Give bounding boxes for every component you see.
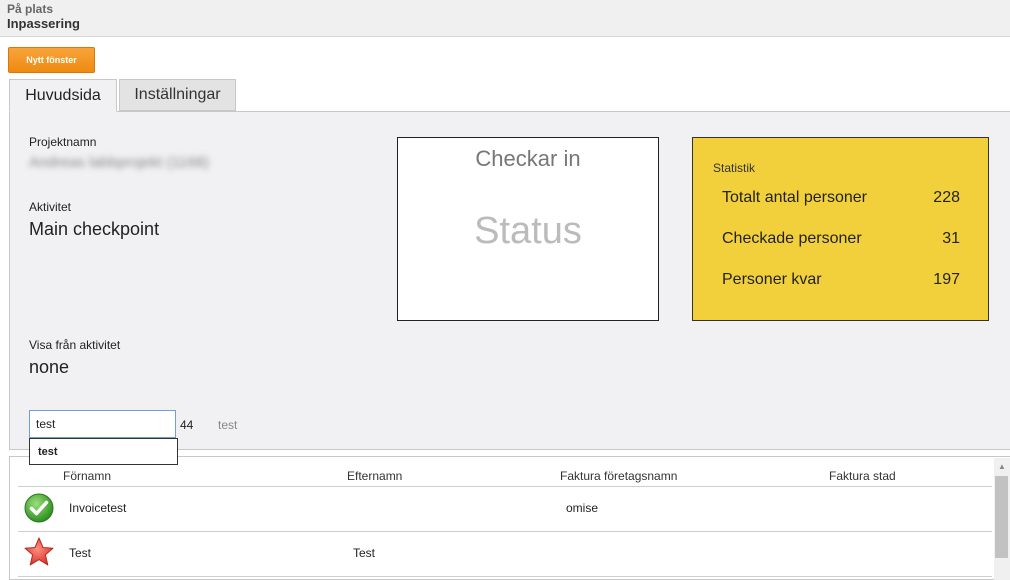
statistics-title: Statistik [713,161,756,175]
scrollbar-thumb[interactable] [995,476,1008,558]
tab-huvudsida[interactable]: Huvudsida [9,79,117,112]
statistics-box: Statistik Totalt antal personer 228 Chec… [692,137,989,321]
cell-firstname: Test [69,546,92,560]
autocomplete-option[interactable]: test [38,446,58,458]
search-query-echo: test [218,418,238,432]
cell-lastname: Test [353,546,376,560]
cell-company: omise [566,501,599,515]
stat-row-remaining: Personer kvar 197 [722,271,960,289]
show-from-value: none [29,357,70,377]
stat-label: Checkade personer [722,230,862,247]
stat-label: Personer kvar [722,271,822,288]
autocomplete-dropdown: test [29,438,178,465]
check-icon [24,493,54,523]
stat-row-total: Totalt antal personer 228 [722,189,960,207]
page-title: Inpassering [7,16,80,31]
stat-value: 197 [933,271,960,288]
stat-label: Totalt antal personer [722,189,867,206]
stat-value: 228 [933,189,960,206]
show-from-label: Visa från aktivitet [29,338,121,352]
stat-value: 31 [942,230,960,247]
project-label: Projektnamn [29,135,97,149]
column-header-company[interactable]: Faktura företagsnamn [560,469,677,483]
status-box: Checkar in Status [397,137,659,321]
column-header-lastname[interactable]: Efternamn [347,469,402,483]
stat-row-checked: Checkade personer 31 [722,230,960,248]
top-header: På plats Inpassering [0,0,1010,37]
result-count: 44 [180,418,194,432]
project-name: Andreas labbprojekt (1168) [29,154,209,171]
breadcrumb[interactable]: På plats [7,2,53,16]
new-window-button[interactable]: Nytt fönster [8,47,95,73]
column-header-firstname[interactable]: Förnamn [63,469,111,483]
search-input[interactable] [29,410,176,438]
activity-label: Aktivitet [29,200,72,214]
star-icon [24,537,54,566]
status-text: Status [474,210,582,252]
divider [18,531,992,532]
people-table: Förnamn Efternamn Faktura företagsnamn F… [9,456,1010,580]
divider [18,576,992,577]
status-title: Checkar in [475,146,581,171]
tab-installningar[interactable]: Inställningar [119,79,236,111]
scroll-up-icon[interactable]: ▲ [994,458,1010,474]
cell-firstname: Invoicetest [69,501,127,515]
divider [18,486,992,487]
column-header-city[interactable]: Faktura stad [829,469,896,483]
activity-value: Main checkpoint [29,219,160,239]
